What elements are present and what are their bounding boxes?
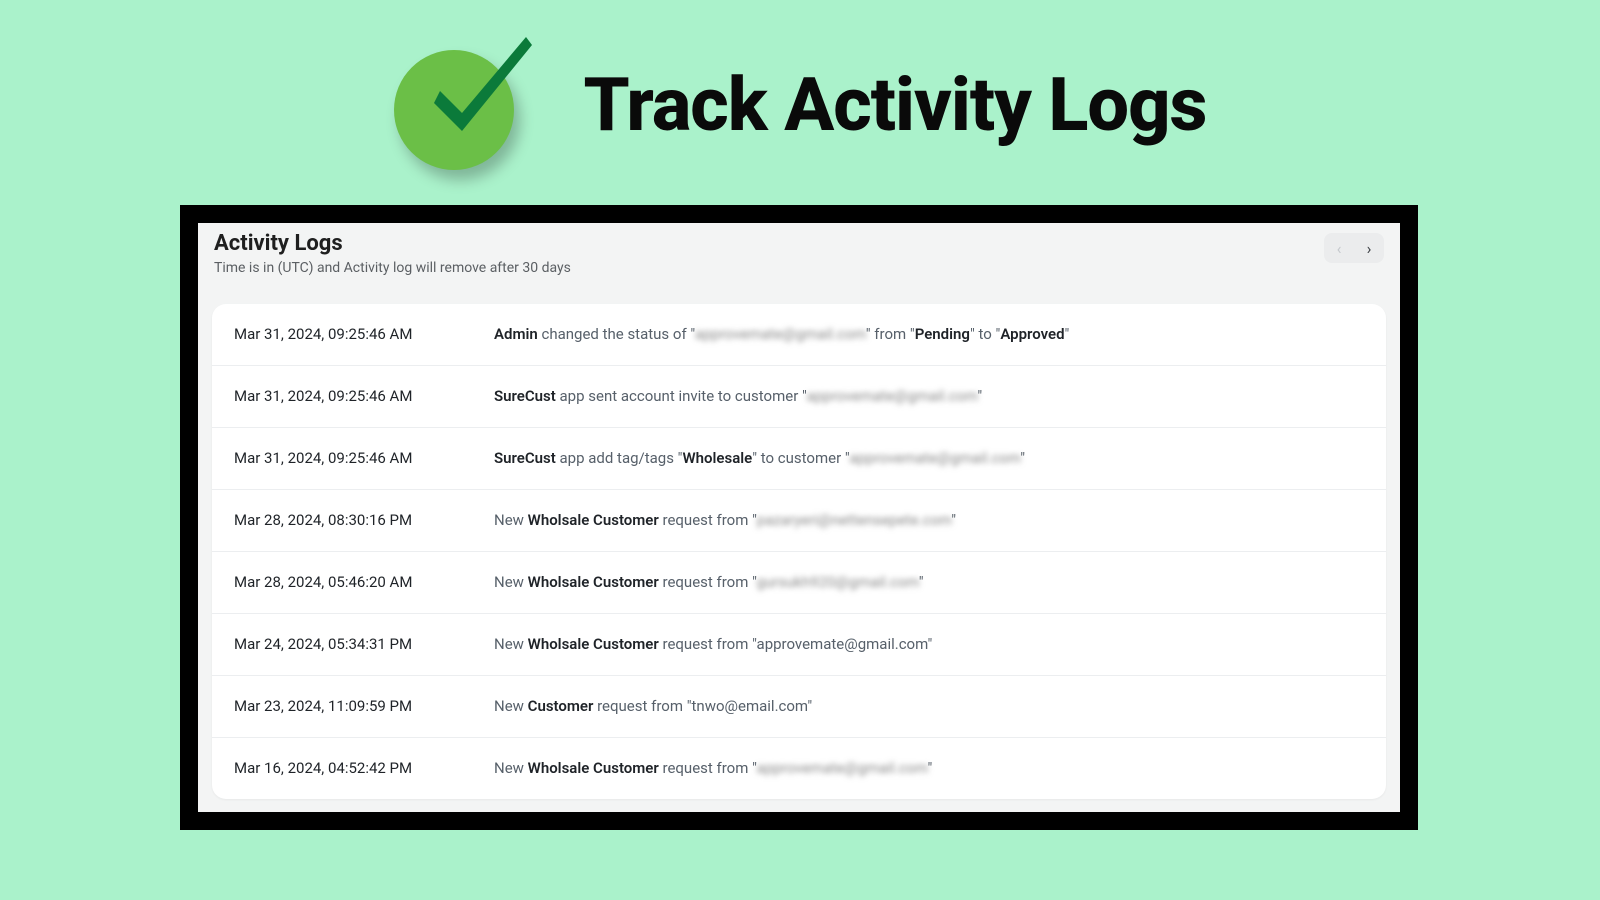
chevron-left-icon: ‹ (1337, 239, 1342, 258)
screenshot-frame: Activity Logs Time is in (UTC) and Activ… (180, 205, 1418, 830)
log-message: SureCust app add tag/tags "Wholesale" to… (494, 448, 1364, 469)
hero-title: Track Activity Logs (584, 62, 1207, 149)
log-timestamp: Mar 31, 2024, 09:25:46 AM (234, 325, 494, 343)
log-timestamp: Mar 16, 2024, 04:52:42 PM (234, 759, 494, 777)
next-page-button[interactable]: › (1354, 233, 1384, 263)
hero: Track Activity Logs (0, 0, 1600, 180)
checkmark-icon (394, 30, 544, 180)
log-row: Mar 28, 2024, 08:30:16 PMNew Wholsale Cu… (212, 490, 1386, 552)
log-row: Mar 23, 2024, 11:09:59 PMNew Customer re… (212, 676, 1386, 738)
panel-title: Activity Logs (214, 231, 571, 256)
log-row: Mar 31, 2024, 09:25:46 AMAdmin changed t… (212, 304, 1386, 366)
panel-header: Activity Logs Time is in (UTC) and Activ… (198, 223, 1400, 286)
panel-subtitle: Time is in (UTC) and Activity log will r… (214, 260, 571, 276)
log-timestamp: Mar 28, 2024, 08:30:16 PM (234, 511, 494, 529)
log-message: New Wholsale Customer request from "paza… (494, 510, 1364, 531)
log-timestamp: Mar 28, 2024, 05:46:20 AM (234, 573, 494, 591)
log-message: New Wholsale Customer request from "appr… (494, 634, 1364, 655)
prev-page-button[interactable]: ‹ (1324, 233, 1354, 263)
log-row: Mar 28, 2024, 05:46:20 AMNew Wholsale Cu… (212, 552, 1386, 614)
log-message: Admin changed the status of "approvemate… (494, 324, 1364, 345)
chevron-right-icon: › (1367, 239, 1372, 258)
log-list: Mar 31, 2024, 09:25:46 AMAdmin changed t… (212, 304, 1386, 799)
log-timestamp: Mar 24, 2024, 05:34:31 PM (234, 635, 494, 653)
log-message: SureCust app sent account invite to cust… (494, 386, 1364, 407)
log-row: Mar 24, 2024, 05:34:31 PMNew Wholsale Cu… (212, 614, 1386, 676)
log-row: Mar 16, 2024, 04:52:42 PMNew Wholsale Cu… (212, 738, 1386, 799)
pagination: ‹ › (1324, 233, 1384, 263)
log-row: Mar 31, 2024, 09:25:46 AMSureCust app se… (212, 366, 1386, 428)
log-message: New Customer request from "tnwo@email.co… (494, 696, 1364, 717)
log-row: Mar 31, 2024, 09:25:46 AMSureCust app ad… (212, 428, 1386, 490)
log-message: New Wholsale Customer request from "gurs… (494, 572, 1364, 593)
log-timestamp: Mar 31, 2024, 09:25:46 AM (234, 449, 494, 467)
log-timestamp: Mar 23, 2024, 11:09:59 PM (234, 697, 494, 715)
log-timestamp: Mar 31, 2024, 09:25:46 AM (234, 387, 494, 405)
activity-logs-panel: Activity Logs Time is in (UTC) and Activ… (198, 223, 1400, 812)
log-message: New Wholsale Customer request from "appr… (494, 758, 1364, 779)
